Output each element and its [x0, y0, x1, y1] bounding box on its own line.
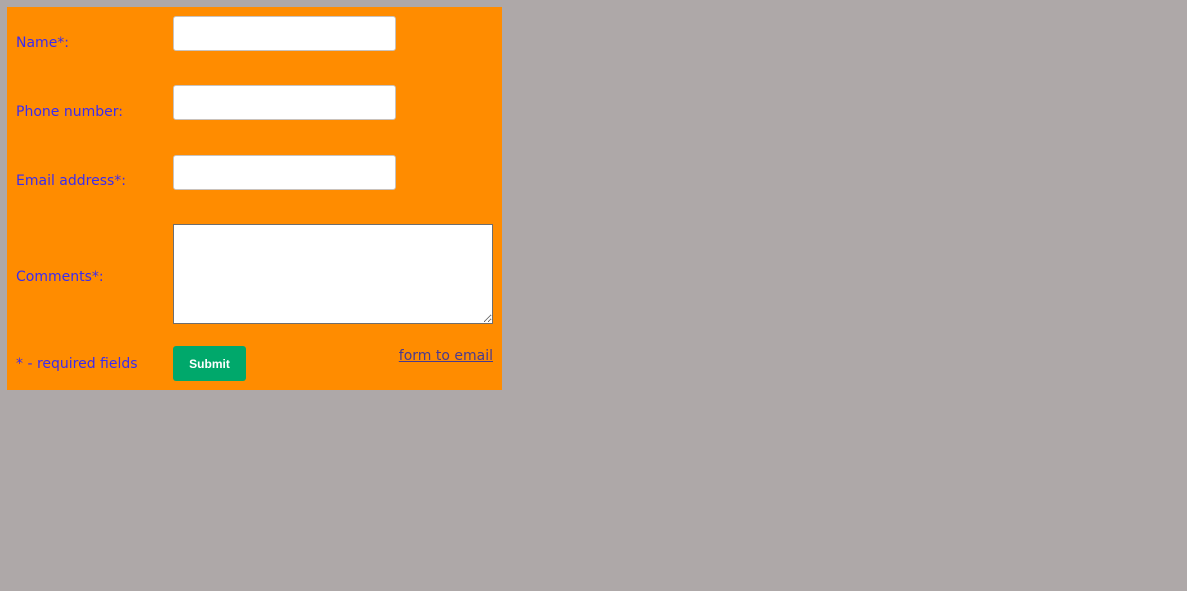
comments-field[interactable]: [173, 224, 493, 324]
submit-button[interactable]: Submit: [173, 346, 246, 381]
email-field[interactable]: [173, 155, 396, 190]
name-label: Name*:: [16, 35, 70, 51]
form-to-email-link[interactable]: form to email: [399, 348, 493, 364]
name-field[interactable]: [173, 16, 396, 51]
phone-label: Phone number:: [16, 104, 123, 120]
phone-field[interactable]: [173, 85, 396, 120]
contact-form: Name*: Phone number: Email address*: Com…: [7, 7, 502, 390]
email-label: Email address*:: [16, 173, 127, 189]
required-fields-note: * - required fields: [16, 356, 138, 372]
comments-label: Comments*:: [16, 269, 104, 285]
